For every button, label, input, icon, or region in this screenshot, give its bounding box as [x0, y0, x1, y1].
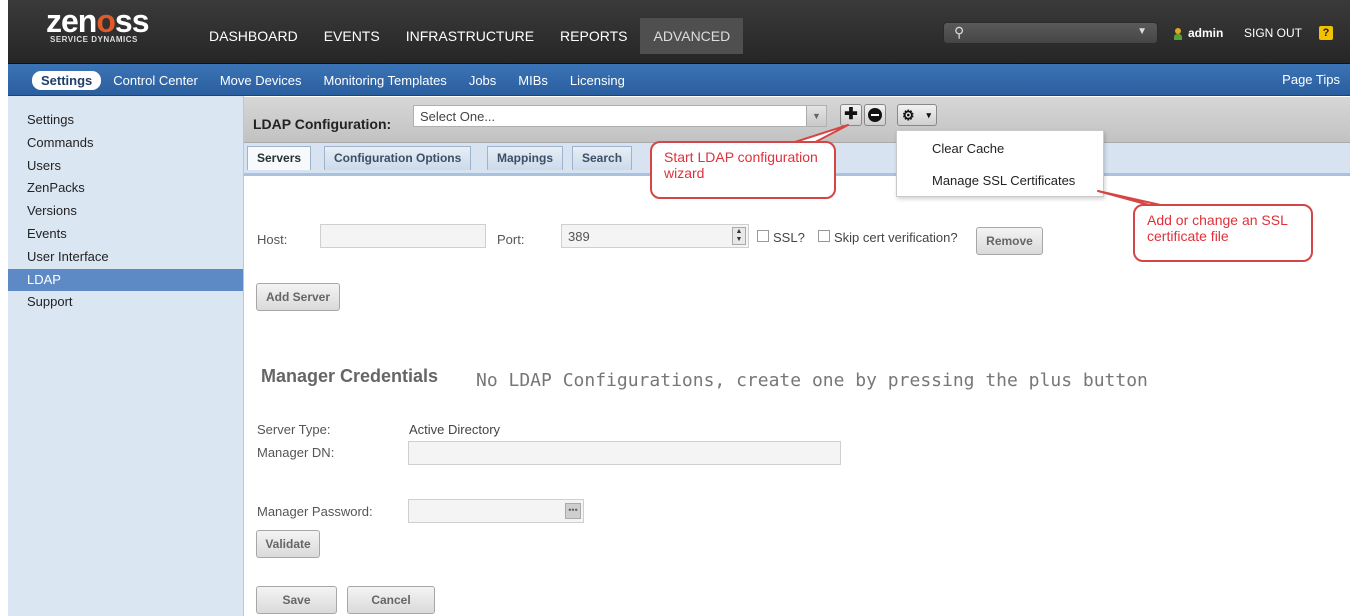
sign-out-link[interactable]: SIGN OUT	[1244, 26, 1302, 40]
menu-reports[interactable]: REPORTS	[547, 18, 640, 54]
tab-configuration-options[interactable]: Configuration Options	[324, 146, 472, 170]
gear-dropdown-menu: Clear Cache Manage SSL Certificates	[896, 130, 1104, 197]
settings-sidebar: Settings Commands Users ZenPacks Version…	[8, 96, 244, 616]
sidebar-item-settings[interactable]: Settings	[8, 109, 243, 132]
sidebar-item-zenpacks[interactable]: ZenPacks	[8, 177, 243, 200]
subnav-jobs[interactable]: Jobs	[459, 71, 506, 90]
sub-navigation: Settings Control Center Move Devices Mon…	[8, 64, 1350, 96]
ssl-checkbox[interactable]	[757, 230, 769, 242]
manager-dn-input[interactable]	[408, 441, 841, 465]
page-title: LDAP Configuration:	[253, 116, 392, 132]
gear-icon: ⚙	[902, 107, 915, 123]
tab-mappings[interactable]: Mappings	[487, 146, 563, 170]
ldap-config-select-input[interactable]	[414, 106, 794, 126]
logo-subtitle: SERVICE DYNAMICS	[50, 35, 138, 44]
top-navigation: zenoss SERVICE DYNAMICS DASHBOARD EVENTS…	[8, 0, 1350, 64]
manager-dn-label: Manager DN:	[257, 445, 335, 460]
skip-cert-label: Skip cert verification?	[834, 230, 958, 245]
sidebar-item-users[interactable]: Users	[8, 155, 243, 178]
current-user[interactable]: admin	[1188, 26, 1223, 40]
zenoss-logo[interactable]: zenoss SERVICE DYNAMICS	[46, 4, 176, 44]
server-type-label: Server Type:	[257, 422, 331, 437]
sidebar-item-events[interactable]: Events	[8, 223, 243, 246]
add-server-button[interactable]: Add Server	[256, 283, 340, 311]
manager-credentials-title: Manager Credentials	[261, 366, 439, 386]
search-icon: ⚲	[954, 24, 965, 40]
cancel-button[interactable]: Cancel	[347, 586, 435, 614]
tab-servers[interactable]: Servers	[247, 146, 312, 170]
port-input[interactable]: 389 ▲ ▼	[561, 224, 749, 248]
manager-password-input[interactable]: •••	[408, 499, 584, 523]
menu-events[interactable]: EVENTS	[311, 18, 393, 54]
sidebar-item-versions[interactable]: Versions	[8, 200, 243, 223]
add-config-button[interactable]: ✚	[840, 104, 862, 126]
chevron-down-icon[interactable]: ▼	[806, 106, 826, 126]
sidebar-item-commands[interactable]: Commands	[8, 132, 243, 155]
subnav-monitoring-templates[interactable]: Monitoring Templates	[313, 71, 456, 90]
skip-cert-checkbox[interactable]	[818, 230, 830, 242]
ldap-config-select[interactable]: ▼	[413, 105, 827, 127]
sidebar-item-support[interactable]: Support	[8, 291, 243, 314]
port-spinner[interactable]: ▲ ▼	[732, 227, 746, 245]
port-label: Port:	[497, 232, 525, 247]
wizard-callout: Start LDAP configuration wizard	[650, 141, 836, 199]
host-input[interactable]	[320, 224, 486, 248]
sidebar-item-ldap[interactable]: LDAP	[8, 268, 243, 292]
menu-item-manage-ssl-certificates[interactable]: Manage SSL Certificates	[932, 173, 1075, 188]
empty-configurations-message: No LDAP Configurations, create one by pr…	[476, 370, 1148, 391]
port-value: 389	[568, 229, 590, 244]
user-icon	[1174, 28, 1182, 40]
host-label: Host:	[257, 232, 288, 247]
ldap-toolbar: LDAP Configuration: ▼ ✚ ⚙▾	[244, 97, 1350, 143]
menu-infrastructure[interactable]: INFRASTRUCTURE	[393, 18, 547, 54]
main-menu: DASHBOARD EVENTS INFRASTRUCTURE REPORTS …	[196, 18, 744, 54]
logo-wordmark: zenoss	[46, 3, 149, 39]
save-button[interactable]: Save	[256, 586, 337, 614]
delete-config-button[interactable]	[864, 104, 886, 126]
ellipsis-icon[interactable]: •••	[565, 503, 581, 519]
subnav-control-center[interactable]: Control Center	[103, 71, 208, 90]
page-tips-link[interactable]: Page Tips	[1282, 72, 1340, 87]
sidebar-item-user-interface[interactable]: User Interface	[8, 246, 243, 269]
plus-icon: ✚	[844, 106, 858, 123]
remove-server-button[interactable]: Remove	[976, 227, 1043, 255]
subnav-mibs[interactable]: MIBs	[508, 71, 558, 90]
validate-button[interactable]: Validate	[256, 530, 320, 558]
menu-dashboard[interactable]: DASHBOARD	[196, 18, 311, 54]
manager-password-label: Manager Password:	[257, 504, 373, 519]
tab-search[interactable]: Search	[572, 146, 633, 170]
help-icon[interactable]: ?	[1319, 26, 1333, 40]
ssl-label: SSL?	[773, 230, 805, 245]
window-edge	[0, 0, 8, 616]
gear-menu-button[interactable]: ⚙ ▾	[897, 104, 937, 126]
subnav-move-devices[interactable]: Move Devices	[210, 71, 312, 90]
global-search-input[interactable]: ⚲ ▼	[943, 22, 1158, 44]
menu-item-clear-cache[interactable]: Clear Cache	[932, 141, 1004, 156]
chevron-down-icon[interactable]: ▼	[1137, 26, 1147, 37]
caret-down-icon: ▾	[926, 110, 931, 120]
server-type-value: Active Directory	[409, 422, 501, 437]
subnav-licensing[interactable]: Licensing	[560, 71, 635, 90]
ssl-certificate-callout: Add or change an SSL certificate file	[1133, 204, 1313, 262]
menu-advanced[interactable]: ADVANCED	[640, 18, 744, 54]
subnav-settings[interactable]: Settings	[32, 71, 102, 90]
minus-circle-icon	[868, 108, 882, 122]
